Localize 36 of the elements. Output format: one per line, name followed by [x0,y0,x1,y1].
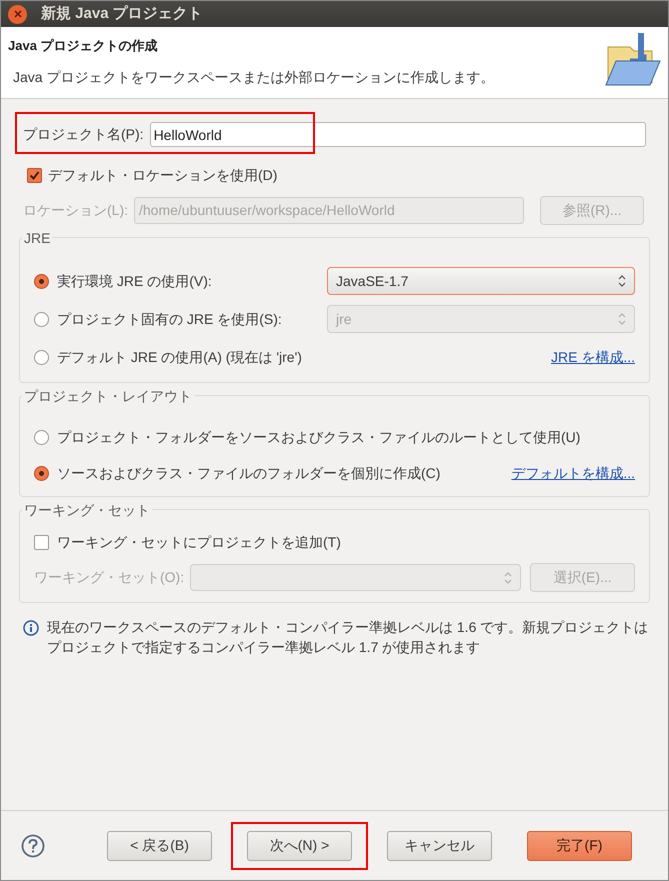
radio-button[interactable] [34,274,49,288]
radio-label: プロジェクト固有の JRE を使用(S): [57,310,283,329]
check-icon [29,170,40,181]
radio-button[interactable] [34,466,49,480]
dialog-button[interactable]: < 戻る(B) [107,830,212,860]
window-title: 新規 Java プロジェクト [41,4,203,24]
dialog-button[interactable]: 次へ(N) > [247,830,352,860]
radio-label: 実行環境 JRE の使用(V): [57,272,213,291]
help-icon [21,834,45,858]
checkbox-label: ワーキング・セットにプロジェクトを追加(T) [57,533,341,552]
link[interactable]: JRE を構成... [550,346,635,368]
radio-button[interactable] [34,350,49,364]
checkbox-label: デフォルト・ロケーションを使用(D) [48,166,278,185]
radio-label: プロジェクト・フォルダーをソースおよびクラス・ファイルのルートとして使用(U) [57,428,580,447]
dialog-button[interactable]: 完了(F) [527,830,632,860]
close-button[interactable] [8,4,27,24]
radio-button[interactable] [34,312,49,326]
dialog-button[interactable]: キャンセル [387,830,492,860]
info-message: 現在のワークスペースのデフォルト・コンパイラー準拠レベルは 1.6 です。新規プロジェクトはプロジェクトで指定するコンパイラー準拠レベル 1.7 が使用されます [47,618,650,657]
spinner-arrows-icon [618,313,626,325]
link[interactable]: デフォルトを構成... [511,462,635,484]
info-icon [23,620,39,636]
header-title: Java プロジェクトの作成 [8,37,159,55]
radio-label: ソースおよびクラス・ファイルのフォルダーを個別に作成(C) [57,464,440,483]
close-icon [14,10,22,18]
project-name-field[interactable]: HelloWorld [150,122,646,147]
dropdown[interactable]: JavaSE-1.7 [327,267,635,295]
field-label: ワーキング・セット(O): [34,568,184,587]
radio-button[interactable] [34,430,49,444]
header-description: Java プロジェクトをワークスペースまたは外部ロケーションに作成します。 [12,68,494,86]
spinner-arrows-icon [618,275,626,287]
spinner-arrows-icon [504,572,512,584]
radio-label: デフォルト JRE の使用(A) (現在は 'jre') [57,348,303,367]
checkbox[interactable] [27,168,42,183]
field-label: プロジェクト名(P): [23,125,144,144]
field-label: ロケーション(L): [23,201,128,220]
